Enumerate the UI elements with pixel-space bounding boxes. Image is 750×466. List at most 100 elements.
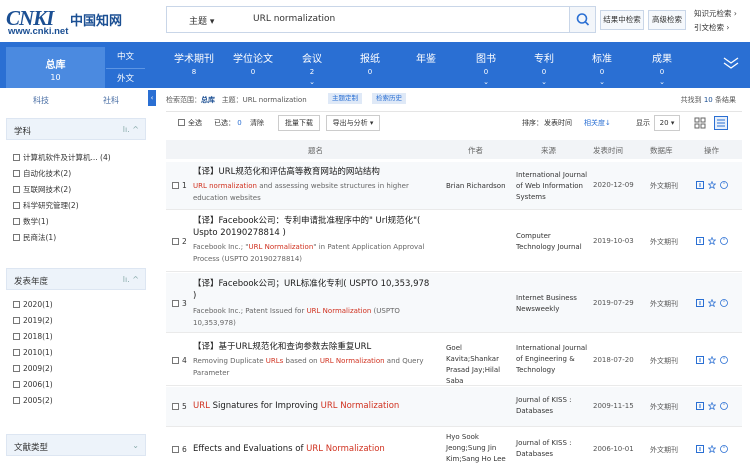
tab-chinese[interactable]: 中文 — [106, 47, 145, 67]
quote-icon[interactable]: ” — [720, 356, 728, 364]
star-icon[interactable] — [708, 237, 716, 245]
tab-conference[interactable]: 会议 2 ⌄ — [290, 50, 334, 86]
cnki-logo[interactable]: CNKI 中国知网 www.cnki.net — [6, 6, 126, 37]
star-icon[interactable] — [708, 402, 716, 410]
checkbox[interactable] — [13, 349, 20, 356]
tab-journals[interactable]: 学术期刊 8 — [168, 50, 220, 84]
checkbox[interactable] — [172, 300, 179, 307]
download-icon[interactable] — [696, 181, 704, 189]
checkbox[interactable] — [13, 154, 20, 161]
collapse-sidebar-icon[interactable]: ‹ — [148, 90, 156, 106]
quote-icon[interactable]: ” — [720, 237, 728, 245]
result-source[interactable]: Journal of KISS : Databases — [516, 438, 588, 460]
checkbox[interactable] — [172, 357, 179, 364]
year-item[interactable]: 2019(2) — [13, 316, 53, 325]
result-source[interactable]: Internet Business Newsweekly — [516, 293, 588, 315]
checkbox[interactable] — [13, 317, 20, 324]
doctype-section-header[interactable]: 文献类型 ⌄ — [6, 434, 146, 456]
year-section-header[interactable]: 发表年度 lı. ^ — [6, 268, 146, 290]
subject-section-header[interactable]: 学科 lı. ^ — [6, 118, 146, 140]
sort-by-date[interactable]: 发表时间 — [544, 118, 572, 128]
checkbox[interactable] — [172, 238, 179, 245]
export-analysis-button[interactable]: 导出与分析 ▾ — [326, 115, 380, 131]
quote-icon[interactable]: ” — [720, 299, 728, 307]
list-view-icon[interactable] — [714, 116, 728, 130]
tab-achievements[interactable]: 成果 0 ⌄ — [640, 50, 684, 86]
result-title[interactable]: 【译】Facebook公司：专利申请批准程序中的" Url规范化"( Uspto… — [193, 215, 435, 239]
result-source[interactable]: Journal of KISS : Databases — [516, 395, 588, 417]
year-item[interactable]: 2009(2) — [13, 364, 53, 373]
select-all[interactable]: 全选 — [178, 118, 202, 128]
download-icon[interactable] — [696, 445, 704, 453]
checkbox[interactable] — [178, 119, 185, 126]
checkbox[interactable] — [13, 218, 20, 225]
star-icon[interactable] — [708, 299, 716, 307]
checkbox[interactable] — [13, 202, 20, 209]
result-author[interactable]: Hyo Sook Jeong;Sung Jin Kim;Sang Ho Lee — [446, 432, 510, 465]
search-input[interactable]: URL normalization — [253, 14, 335, 24]
tab-standards[interactable]: 标准 0 ⌄ — [580, 50, 624, 86]
star-icon[interactable] — [708, 445, 716, 453]
tab-newspaper[interactable]: 报纸 0 — [348, 50, 392, 84]
tab-zongku[interactable]: 总库 10 — [6, 47, 105, 88]
tab-yearbook[interactable]: 年鉴 — [404, 50, 448, 84]
subject-item[interactable]: 互联网技术(2) — [13, 184, 71, 195]
download-icon[interactable] — [696, 356, 704, 364]
search-in-results-button[interactable]: 结果中检索 — [600, 10, 644, 30]
year-item[interactable]: 2005(2) — [13, 396, 53, 405]
year-item[interactable]: 2020(1) — [13, 300, 53, 309]
batch-download-button[interactable]: 批量下载 — [278, 115, 320, 131]
citation-search-link[interactable]: 引文检索 › — [694, 22, 729, 33]
year-item[interactable]: 2010(1) — [13, 348, 53, 357]
checkbox[interactable] — [13, 234, 20, 241]
subject-item[interactable]: 数学(1) — [13, 216, 49, 227]
advanced-search-button[interactable]: 高级检索 — [648, 10, 686, 30]
clear-link[interactable]: 清除 — [250, 118, 264, 128]
per-page-select[interactable]: 20 ▾ — [654, 115, 680, 131]
subject-item[interactable]: 科学研究管理(2) — [13, 200, 79, 211]
checkbox[interactable] — [13, 301, 20, 308]
checkbox[interactable] — [13, 381, 20, 388]
chart-icon[interactable]: lı. ^ — [123, 275, 139, 284]
chart-icon[interactable]: lı. ^ — [123, 125, 139, 134]
quote-icon[interactable]: ” — [720, 181, 728, 189]
checkbox[interactable] — [13, 170, 20, 177]
subject-item[interactable]: 民商法(1) — [13, 232, 56, 243]
result-source[interactable]: Computer Technology Journal — [516, 231, 588, 253]
star-icon[interactable] — [708, 356, 716, 364]
topic-custom-button[interactable]: 主题定制 — [328, 93, 362, 104]
download-icon[interactable] — [696, 237, 704, 245]
quote-icon[interactable]: ” — [720, 402, 728, 410]
result-author[interactable]: Brian Richardson — [446, 181, 510, 192]
tab-foreign[interactable]: 外文 — [106, 68, 145, 88]
search-history-button[interactable]: 检索历史 — [372, 93, 406, 104]
grid-view-icon[interactable] — [694, 117, 706, 129]
search-type-select[interactable]: 主题 ▾ — [189, 14, 214, 27]
checkbox[interactable] — [172, 403, 179, 410]
tab-books[interactable]: 图书 0 ⌄ — [464, 50, 508, 86]
quote-icon[interactable]: ” — [720, 445, 728, 453]
sort-by-relevance[interactable]: 相关度↓ — [584, 118, 611, 128]
result-source[interactable]: International Journal of Web Information… — [516, 170, 588, 203]
checkbox[interactable] — [172, 182, 179, 189]
checkbox[interactable] — [13, 397, 20, 404]
result-source[interactable]: International Journal of Engineering & T… — [516, 343, 588, 376]
result-title[interactable]: 【译】基于URL规范化和查询参数去除重复URL — [193, 341, 435, 353]
download-icon[interactable] — [696, 402, 704, 410]
result-author[interactable]: Goel Kavita;Shankar Prasad Jay;Hilal Sab… — [446, 343, 510, 387]
checkbox[interactable] — [13, 186, 20, 193]
tab-social[interactable]: 社科 — [76, 90, 146, 112]
checkbox[interactable] — [13, 333, 20, 340]
knowledge-search-link[interactable]: 知识元检索 › — [694, 8, 737, 19]
expand-nav-icon[interactable] — [722, 56, 740, 70]
scope-value[interactable]: 总库 — [201, 96, 215, 104]
search-button[interactable] — [569, 7, 595, 32]
tab-patents[interactable]: 专利 0 ⌄ — [522, 50, 566, 86]
result-title[interactable]: 【译】URL规范化和评估高等教育网站的网站结构 — [193, 166, 435, 178]
star-icon[interactable] — [708, 181, 716, 189]
tab-theses[interactable]: 学位论文 0 — [228, 50, 278, 84]
result-title[interactable]: 【译】Facebook公司；URL标准化专利( USPTO 10,353,978… — [193, 278, 435, 302]
result-title[interactable]: Effects and Evaluations of URL Normaliza… — [193, 443, 435, 455]
download-icon[interactable] — [696, 299, 704, 307]
tab-tech[interactable]: 科技 — [6, 90, 76, 112]
